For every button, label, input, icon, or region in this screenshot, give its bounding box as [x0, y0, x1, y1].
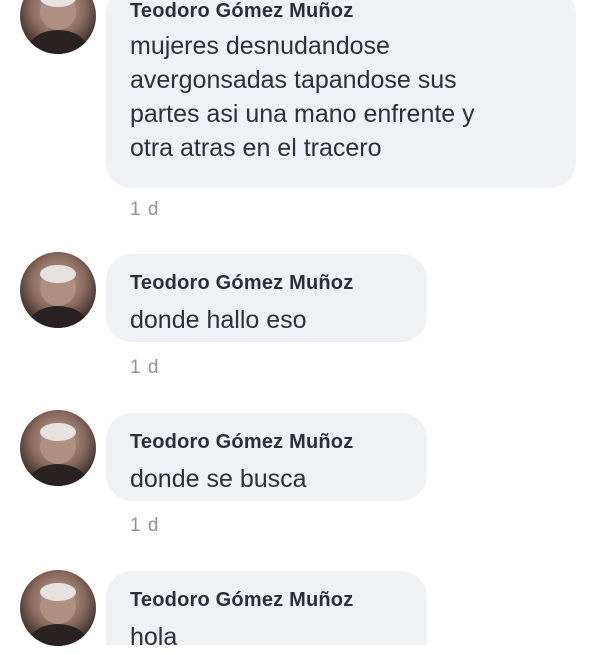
comment-timestamp[interactable]: 1 d	[130, 199, 159, 221]
comment-thread: Teodoro Gómez Muñoz mujeres desnudandose…	[0, 0, 600, 651]
profile-photo-icon	[28, 265, 88, 328]
avatar[interactable]	[20, 570, 96, 646]
comment-bubble: Teodoro Gómez Muñoz mujeres desnudandose…	[106, 0, 576, 188]
comment-author[interactable]: Teodoro Gómez Muñoz	[130, 0, 353, 23]
comment-author[interactable]: Teodoro Gómez Muñoz	[130, 589, 353, 612]
comment-bubble: Teodoro Gómez Muñoz hola	[106, 571, 427, 651]
profile-photo-icon	[28, 423, 88, 486]
avatar[interactable]	[20, 252, 96, 328]
comment-timestamp[interactable]: 1 d	[130, 515, 159, 537]
comment-bubble: Teodoro Gómez Muñoz donde se busca	[106, 413, 427, 501]
comment-text: mujeres desnudandose avergonsadas tapand…	[130, 32, 475, 162]
profile-photo-icon	[28, 583, 88, 646]
comment-text: donde hallo eso	[130, 306, 307, 334]
comment-bubble: Teodoro Gómez Muñoz donde hallo eso	[106, 254, 427, 342]
comment-author[interactable]: Teodoro Gómez Muñoz	[130, 431, 353, 454]
avatar[interactable]	[20, 410, 96, 486]
comment-author[interactable]: Teodoro Gómez Muñoz	[130, 272, 353, 295]
comment-text: donde se busca	[130, 465, 307, 493]
profile-photo-icon	[28, 0, 88, 54]
comment-text: hola	[130, 623, 178, 651]
avatar[interactable]	[20, 0, 96, 54]
comment-timestamp[interactable]: 1 d	[130, 357, 159, 379]
